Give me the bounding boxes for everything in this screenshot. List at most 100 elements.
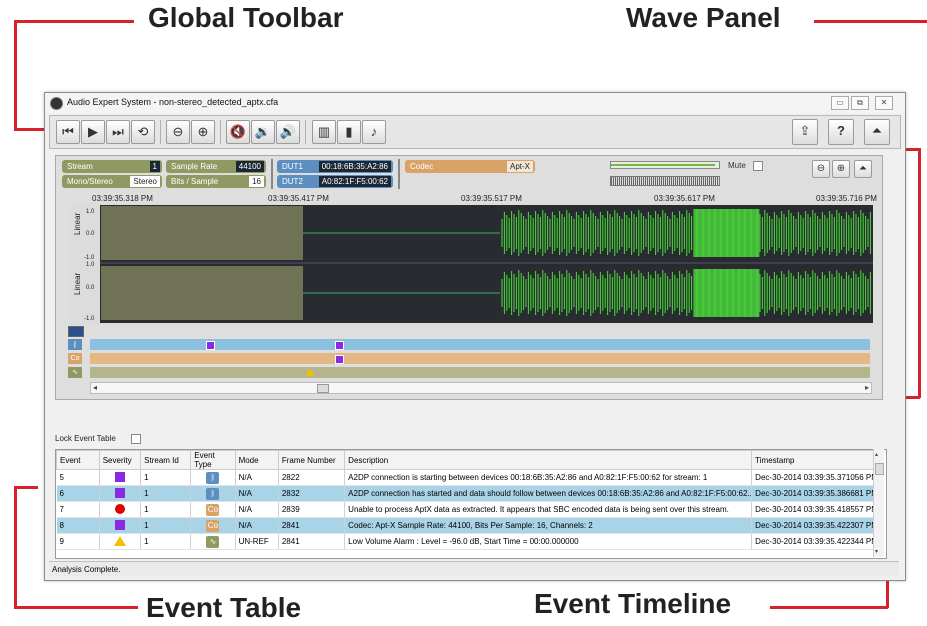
severity-cell (99, 469, 142, 486)
wave-scrollbar[interactable]: ◂ ▸ (90, 382, 872, 394)
severity-cell (99, 533, 142, 550)
callout-line (814, 20, 927, 23)
mute-button[interactable]: 🔇 (226, 120, 250, 144)
tick-label: -1.0 (84, 255, 95, 261)
timeline-row-audio[interactable] (90, 367, 870, 378)
lock-event-table-label: Lock Event Table (55, 434, 116, 443)
table-row[interactable]: 9 1 ∿ UN-REF 2841 Low Volume Alarm : Level = … (56, 533, 882, 550)
table-row[interactable]: 6 1 ᛒ N/A 2832 A2DP connection has started an… (56, 485, 882, 502)
tick-label: 0.0 (86, 231, 95, 237)
description-cell: Codec: Apt-X Sample Rate: 44100, Bits Pe… (344, 517, 753, 534)
event-type-cell: ᛒ (190, 469, 236, 486)
scroll-left-icon[interactable]: ◂ (93, 383, 97, 393)
collapse-button[interactable]: ⏶ (864, 119, 890, 145)
noise-region-ch1 (101, 206, 303, 260)
table-row[interactable]: 5 1 ᛒ N/A 2822 A2DP connection is starting be… (56, 469, 882, 486)
timeline-collapse-icon[interactable] (68, 326, 84, 337)
scroll-down-icon[interactable]: ▾ (875, 548, 878, 555)
table-row[interactable]: 8 1 Co N/A 2841 Codec: Apt-X Sample Rate: 441… (56, 517, 882, 534)
volume-slider-track (611, 164, 715, 166)
skip-end-button[interactable]: ⏭ (106, 120, 130, 144)
column-header[interactable]: Mode (234, 450, 279, 470)
scroll-right-icon[interactable]: ▸ (865, 383, 869, 393)
event-table-scrollbar[interactable]: ▴ ▾ (873, 449, 884, 557)
event-table-header: Event Severity Stream Id Event Type Mode… (56, 450, 882, 470)
timeline-row-codec[interactable] (90, 353, 870, 364)
minimize-button[interactable]: ▭ (831, 96, 849, 110)
event-type-cell: ∿ (190, 533, 236, 550)
scrollbar-thumb[interactable] (317, 384, 329, 393)
severity-cell (99, 517, 142, 534)
timeline-event-marker[interactable] (206, 341, 215, 350)
timestamp-cell: Dec-30-2014 03:39:35.371056 PM (751, 469, 882, 486)
timeline-event-marker[interactable] (335, 355, 344, 364)
mute-checkbox[interactable] (753, 161, 763, 171)
event-cell: 8 (56, 517, 100, 534)
column-header[interactable]: Description (344, 450, 753, 470)
stream-id-cell: 1 (140, 469, 192, 486)
time-label: 03:39:35.417 PM (268, 194, 329, 203)
frame-number-cell: 2841 (278, 517, 346, 534)
audio-icon: ∿ (68, 367, 82, 378)
purple-square-icon (114, 487, 125, 498)
play-button[interactable]: ▶ (81, 120, 105, 144)
maximize-button[interactable]: ⧉ (851, 96, 869, 110)
wave-collapse-button[interactable]: ⏶ (854, 160, 872, 178)
callout-global-toolbar: Global Toolbar (148, 2, 344, 33)
volume-up-button[interactable]: 🔊 (276, 120, 300, 144)
app-window: Audio Expert System - non-stereo_detecte… (44, 92, 906, 581)
frame-number-cell: 2841 (278, 533, 346, 550)
zoom-in-button[interactable]: ⊕ (191, 120, 215, 144)
event-type-cell: ᛒ (190, 485, 236, 502)
tick-label: 1.0 (86, 209, 95, 215)
frame-number-cell: 2832 (278, 485, 346, 502)
column-header[interactable]: Stream Id (140, 450, 192, 470)
mode-cell: N/A (235, 485, 279, 502)
time-label: 03:39:35.318 PM (92, 194, 153, 203)
callout-line (14, 486, 38, 489)
stream-field: Stream 1 (62, 160, 162, 173)
spectrum-button[interactable]: ▥ (312, 120, 336, 144)
volume-down-button[interactable]: 🔉 (251, 120, 275, 144)
timestamp-cell: Dec-30-2014 03:39:35.386681 PM (751, 485, 882, 502)
timeline-event-marker[interactable] (335, 341, 344, 350)
mono-stereo-field: Mono/Stereo Stereo (62, 175, 162, 188)
stream-label: Stream (67, 162, 93, 171)
column-header[interactable]: Event (56, 450, 100, 470)
close-button[interactable]: ✕ (875, 96, 893, 110)
skip-start-button[interactable]: ⏮ (56, 120, 80, 144)
column-header[interactable]: Severity (98, 450, 142, 470)
event-type-cell: Co (190, 501, 236, 518)
wave-zoom-out-button[interactable]: ⊖ (812, 160, 830, 178)
mode-cell: N/A (235, 501, 279, 518)
lock-event-table-checkbox[interactable] (131, 434, 141, 444)
mono-stereo-value: Stereo (130, 176, 160, 187)
loop-button[interactable]: ⟲ (131, 120, 155, 144)
tick-label: -1.0 (84, 316, 95, 322)
timeline-warning-marker[interactable] (306, 368, 314, 376)
table-row[interactable]: 7 1 Co N/A 2839 Unable to process AptX data a… (56, 501, 882, 518)
red-circle-icon (114, 503, 125, 514)
waveform-plot[interactable]: Linear Linear 1.0 0.0 -1.0 1.0 0.0 -1.0 (70, 203, 873, 325)
stream-value: 1 (149, 161, 160, 172)
noise-region-ch2 (101, 266, 303, 320)
event-table: Event Severity Stream Id Event Type Mode… (55, 449, 887, 559)
export-button[interactable]: ⇪ (792, 119, 818, 145)
timestamp-cell: Dec-30-2014 03:39:35.418557 PM (751, 501, 882, 518)
zoom-out-button[interactable]: ⊖ (166, 120, 190, 144)
levels-button[interactable]: ▮ (337, 120, 361, 144)
timestamp-cell: Dec-30-2014 03:39:35.422307 PM (751, 517, 882, 534)
help-button[interactable]: ? (828, 119, 854, 145)
callout-line (770, 606, 888, 609)
volume-slider[interactable] (610, 161, 720, 169)
column-header[interactable]: Frame Number (277, 450, 346, 470)
window-title: Audio Expert System - non-stereo_detecte… (67, 97, 279, 107)
notes-button[interactable]: ♪ (362, 120, 386, 144)
codec-icon: Co (206, 503, 220, 516)
wave-zoom-in-button[interactable]: ⊕ (832, 160, 850, 178)
column-header[interactable]: Timestamp (751, 450, 882, 470)
scrollbar-thumb[interactable] (875, 463, 884, 475)
column-header[interactable]: Event Type (190, 450, 236, 470)
event-cell: 5 (56, 469, 100, 486)
scroll-up-icon[interactable]: ▴ (875, 451, 878, 458)
